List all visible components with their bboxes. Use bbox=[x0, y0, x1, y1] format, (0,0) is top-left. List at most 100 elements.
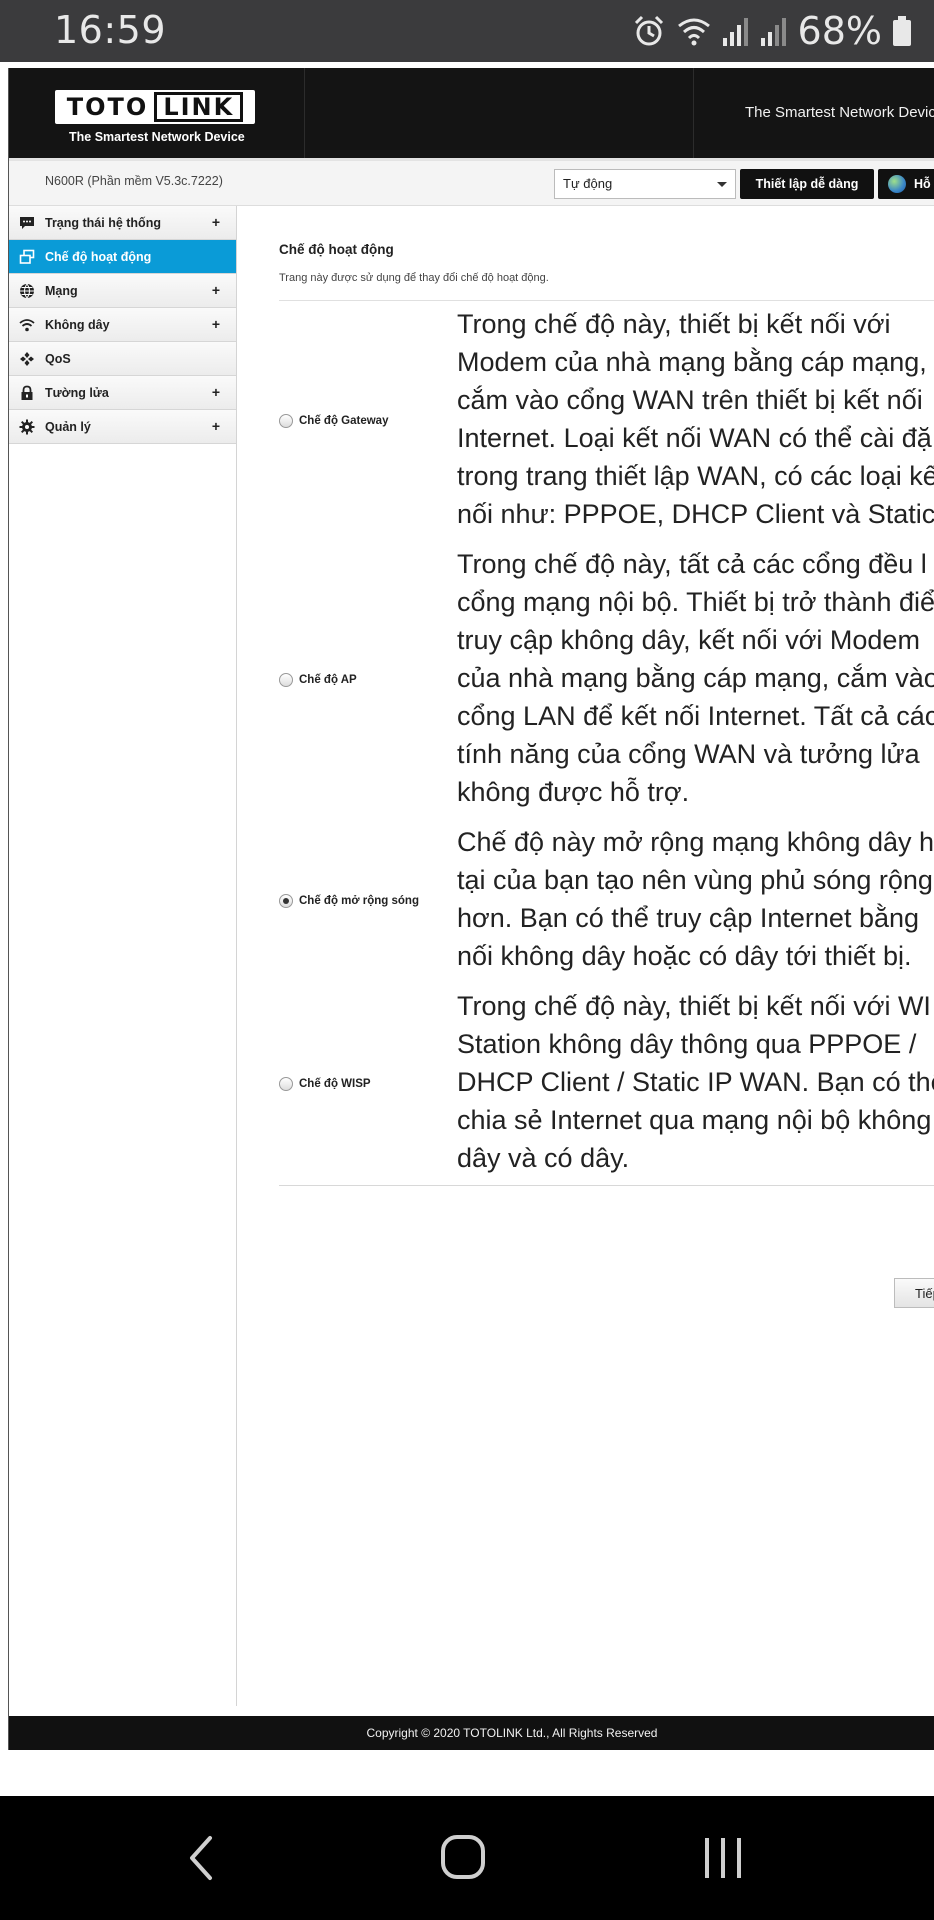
android-nav-bar bbox=[0, 1796, 934, 1920]
sidebar-item-operation-mode[interactable]: Chế độ hoạt động bbox=[9, 240, 236, 274]
header-tagline-right: The Smartest Network Device bbox=[745, 104, 934, 121]
next-button[interactable]: Tiếp bbox=[894, 1278, 934, 1308]
sidebar-item-label: Tường lửa bbox=[45, 385, 109, 400]
toolbar: N600R (Phần mềm V5.3c.7222) Tự động Thiế… bbox=[9, 158, 934, 206]
battery-percent: 68% bbox=[797, 9, 882, 53]
lock-icon bbox=[19, 385, 35, 401]
mode-description-line: cổng mạng nội bộ. Thiết bị trở thành điể bbox=[457, 587, 934, 617]
mode-row-repeater: Chế độ mở rộng sóng Chế độ này mở rộng m… bbox=[279, 819, 934, 983]
sidebar-item-wireless[interactable]: Không dây + bbox=[9, 308, 236, 342]
sidebar-item-label: QoS bbox=[45, 351, 71, 366]
sidebar-item-label: Trạng thái hệ thống bbox=[45, 215, 161, 230]
mode-description-line: cắm vào cổng WAN trên thiết bị kết nối bbox=[457, 385, 923, 415]
mode-table-bottom-divider bbox=[279, 1185, 934, 1186]
mode-description-line: nối như: PPPOE, DHCP Client và Static bbox=[457, 499, 934, 529]
mode-description: Trong chế độ này, thiết bị kết nối với M… bbox=[457, 301, 934, 541]
mode-description-line: Modem của nhà mạng bằng cáp mạng, bbox=[457, 347, 927, 377]
status-icons: 68% bbox=[632, 8, 912, 54]
mode-description-line: DHCP Client / Static IP WAN. Bạn có thể bbox=[457, 1067, 934, 1097]
mode-row-gateway: Chế độ Gateway Trong chế độ này, thiết b… bbox=[279, 301, 934, 541]
mode-label: Chế độ Gateway bbox=[299, 415, 389, 427]
mode-description: Trong chế độ này, thiết bị kết nối với W… bbox=[457, 983, 934, 1185]
page-footer: Copyright © 2020 TOTOLINK Ltd., All Righ… bbox=[9, 1716, 934, 1750]
easy-setup-button[interactable]: Thiết lập dễ dàng bbox=[740, 169, 874, 199]
mode-description-line: nối không dây hoặc có dây tới thiết bị. bbox=[457, 941, 912, 971]
help-label: Hỗ bbox=[914, 177, 931, 191]
mode-description-line: chia sẻ Internet qua mạng nội bộ không bbox=[457, 1105, 932, 1135]
signal-icon-2 bbox=[760, 14, 788, 48]
mode-option-wisp[interactable]: Chế độ WISP bbox=[279, 983, 457, 1185]
mode-description: Chế độ này mở rộng mạng không dây hi tại… bbox=[457, 819, 934, 983]
page-description: Trang này được sử dụng để thay đổi chế đ… bbox=[279, 272, 549, 284]
wifi-icon bbox=[676, 14, 712, 48]
mode-row-wisp: Chế độ WISP Trong chế độ này, thiết bị k… bbox=[279, 983, 934, 1185]
logo-text-left: TOTO bbox=[66, 93, 149, 121]
router-page: TOTO LINK The Smartest Network Device The… bbox=[8, 68, 934, 1750]
sidebar: Trạng thái hệ thống + Chế độ hoạt động M… bbox=[9, 206, 237, 1706]
chevron-down-icon bbox=[717, 182, 727, 187]
back-icon[interactable] bbox=[184, 1832, 220, 1889]
mode-option-repeater[interactable]: Chế độ mở rộng sóng bbox=[279, 819, 457, 983]
sidebar-item-label: Mạng bbox=[45, 283, 78, 298]
status-time: 16:59 bbox=[54, 8, 167, 52]
mode-label: Chế độ AP bbox=[299, 674, 357, 686]
page-title: Chế độ hoạt động bbox=[279, 242, 394, 257]
logo-tagline: The Smartest Network Device bbox=[69, 130, 245, 144]
expand-plus-icon: + bbox=[211, 316, 220, 332]
mode-description-line: hơn. Bạn có thể truy cập Internet bằng bbox=[457, 903, 920, 933]
recents-icon[interactable] bbox=[702, 1832, 746, 1889]
mode-option-gateway[interactable]: Chế độ Gateway bbox=[279, 301, 457, 541]
globe-icon bbox=[19, 283, 35, 299]
expand-plus-icon: + bbox=[211, 418, 220, 434]
totolink-logo: TOTO LINK bbox=[55, 90, 255, 124]
firmware-version: N600R (Phần mềm V5.3c.7222) bbox=[45, 174, 223, 188]
signal-icon-1 bbox=[722, 14, 750, 48]
mode-description: Trong chế độ này, tất cả các cổng đều l … bbox=[457, 541, 934, 819]
help-globe-icon bbox=[888, 175, 906, 193]
mode-description-line: Chế độ này mở rộng mạng không dây hi bbox=[457, 827, 934, 857]
battery-icon bbox=[892, 14, 912, 48]
mode-row-ap: Chế độ AP Trong chế độ này, tất cả các c… bbox=[279, 541, 934, 819]
language-value: Tự động bbox=[563, 176, 613, 191]
logo-text-right: LINK bbox=[154, 92, 244, 122]
mode-description-line: tính năng của cổng WAN và tưởng lửa bbox=[457, 739, 920, 769]
windows-icon bbox=[19, 249, 35, 265]
mode-table: Chế độ Gateway Trong chế độ này, thiết b… bbox=[279, 300, 934, 1186]
copyright-text: Copyright © 2020 TOTOLINK Ltd., All Righ… bbox=[366, 1726, 658, 1740]
home-icon[interactable] bbox=[440, 1832, 486, 1889]
chat-icon bbox=[19, 215, 35, 231]
sidebar-item-label: Chế độ hoạt động bbox=[45, 249, 152, 264]
mode-description-line: Trong chế độ này, tất cả các cổng đều l bbox=[457, 549, 927, 579]
radio-ap[interactable] bbox=[279, 673, 293, 687]
mode-description-line: Station không dây thông qua PPPOE / bbox=[457, 1029, 917, 1059]
mode-description-line: dây và có dây. bbox=[457, 1143, 630, 1173]
mode-description-line: trong trang thiết lập WAN, có các loại k… bbox=[457, 461, 934, 491]
qos-icon bbox=[19, 351, 35, 367]
wifi-icon bbox=[19, 317, 35, 333]
help-button[interactable]: Hỗ bbox=[878, 169, 934, 199]
sidebar-item-label: Quản lý bbox=[45, 419, 91, 434]
main-content: Chế độ hoạt động Trang này được sử dụng … bbox=[237, 206, 934, 1706]
radio-gateway[interactable] bbox=[279, 414, 293, 428]
mode-option-ap[interactable]: Chế độ AP bbox=[279, 541, 457, 819]
sidebar-item-qos[interactable]: QoS bbox=[9, 342, 236, 376]
sidebar-item-label: Không dây bbox=[45, 317, 110, 332]
mode-label: Chế độ mở rộng sóng bbox=[299, 895, 419, 907]
page-header: TOTO LINK The Smartest Network Device The… bbox=[9, 68, 934, 158]
sidebar-item-firewall[interactable]: Tường lửa + bbox=[9, 376, 236, 410]
expand-plus-icon: + bbox=[211, 214, 220, 230]
mode-description-line: tại của bạn tạo nên vùng phủ sóng rộng bbox=[457, 865, 933, 895]
mode-label: Chế độ WISP bbox=[299, 1078, 371, 1090]
sidebar-item-system-status[interactable]: Trạng thái hệ thống + bbox=[9, 206, 236, 240]
header-divider bbox=[693, 68, 694, 158]
sidebar-item-management[interactable]: Quản lý + bbox=[9, 410, 236, 444]
mode-description-line: truy cập không dây, kết nối với Modem bbox=[457, 625, 920, 655]
sidebar-item-network[interactable]: Mạng + bbox=[9, 274, 236, 308]
radio-repeater[interactable] bbox=[279, 894, 293, 908]
radio-wisp[interactable] bbox=[279, 1077, 293, 1091]
mode-description-line: Trong chế độ này, thiết bị kết nối với bbox=[457, 309, 891, 339]
mode-description-line: không được hỗ trợ. bbox=[457, 777, 690, 807]
mode-description-line: cổng LAN để kết nối Internet. Tất cả các bbox=[457, 701, 934, 731]
language-select[interactable]: Tự động bbox=[554, 169, 736, 199]
mode-description-line: Internet. Loại kết nối WAN có thể cài đặ bbox=[457, 423, 932, 453]
